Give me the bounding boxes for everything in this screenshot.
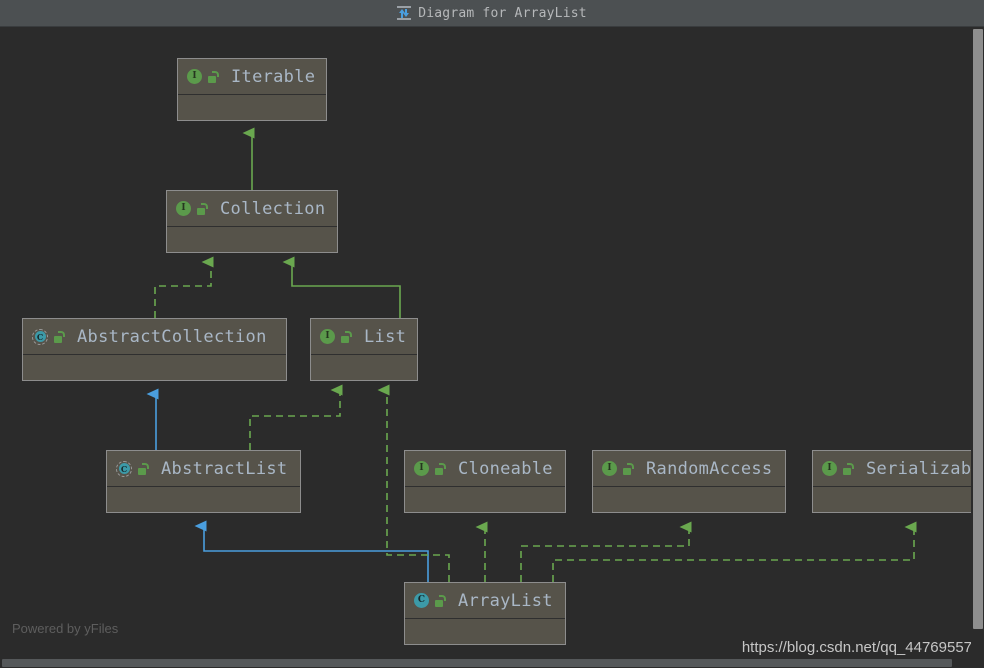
interface-badge-icon: I (822, 461, 837, 476)
node-members-compartment (178, 95, 326, 121)
horizontal-scrollbar-thumb[interactable] (2, 659, 952, 667)
node-header: I List (311, 319, 417, 355)
edge-abstractlist-to-list (249, 384, 343, 450)
edge-list-to-collection (282, 256, 401, 318)
uml-node-abstractcollection[interactable]: C AbstractCollection (22, 318, 287, 381)
vertical-scrollbar[interactable] (971, 27, 984, 658)
node-title: AbstractCollection (77, 326, 267, 347)
edge-arraylist-to-abstractlist (194, 520, 429, 582)
node-header: I Collection (167, 191, 337, 227)
public-unlock-icon (208, 70, 219, 83)
uml-node-iterable[interactable]: I Iterable (177, 58, 327, 121)
node-members-compartment (593, 487, 785, 513)
public-unlock-icon (138, 462, 149, 475)
node-header: I Cloneable (405, 451, 565, 487)
public-unlock-icon (623, 462, 634, 475)
node-title: Serializab (866, 458, 971, 479)
interface-badge-icon: I (187, 69, 202, 84)
public-unlock-icon (843, 462, 854, 475)
edge-arraylist-to-randomaccess (520, 521, 692, 582)
node-members-compartment (167, 227, 337, 253)
csdn-blog-watermark: https://blog.csdn.net/qq_44769557 (741, 639, 972, 656)
public-unlock-icon (54, 330, 65, 343)
abstract-class-badge-icon: C (32, 328, 48, 345)
node-title: List (364, 326, 407, 347)
uml-node-randomaccess[interactable]: I RandomAccess (592, 450, 786, 513)
edge-abstractcollection-to-collection (154, 256, 214, 318)
node-members-compartment (405, 487, 565, 513)
node-header: I Serializab (813, 451, 971, 487)
edge-arraylist-to-serializable (552, 521, 917, 582)
interface-badge-icon: I (176, 201, 191, 216)
node-title: RandomAccess (646, 458, 773, 479)
uml-node-cloneable[interactable]: I Cloneable (404, 450, 566, 513)
node-title: AbstractList (161, 458, 288, 479)
node-header: C ArrayList (405, 583, 565, 619)
node-members-compartment (813, 487, 971, 513)
node-title: Iterable (231, 66, 316, 87)
horizontal-scrollbar[interactable] (0, 658, 984, 668)
window-title: Diagram for ArrayList (418, 5, 587, 21)
public-unlock-icon (435, 594, 446, 607)
uml-node-arraylist[interactable]: C ArrayList (404, 582, 566, 645)
window-titlebar: Diagram for ArrayList (0, 0, 984, 27)
node-header: I RandomAccess (593, 451, 785, 487)
node-header: I Iterable (178, 59, 326, 95)
node-title: ArrayList (458, 590, 553, 611)
node-title: Cloneable (458, 458, 553, 479)
node-members-compartment (107, 487, 300, 513)
interface-badge-icon: I (414, 461, 429, 476)
diagram-canvas[interactable]: I Iterable I Collection C AbstractCollec… (0, 27, 971, 658)
diagram-window: Diagram for ArrayList I Iterable I Colle… (0, 0, 984, 668)
vertical-scrollbar-thumb[interactable] (973, 29, 983, 629)
uml-node-list[interactable]: I List (310, 318, 418, 381)
node-header: C AbstractCollection (23, 319, 286, 355)
node-members-compartment (311, 355, 417, 381)
interface-badge-icon: I (320, 329, 335, 344)
public-unlock-icon (341, 330, 352, 343)
node-members-compartment (405, 619, 565, 645)
node-header: C AbstractList (107, 451, 300, 487)
diagram-hierarchy-icon (397, 6, 412, 20)
public-unlock-icon (435, 462, 446, 475)
class-badge-icon: C (414, 593, 429, 608)
uml-node-serializable[interactable]: I Serializab (812, 450, 971, 513)
node-members-compartment (23, 355, 286, 381)
uml-node-abstractlist[interactable]: C AbstractList (106, 450, 301, 513)
yfiles-watermark: Powered by yFiles (12, 621, 119, 636)
uml-node-collection[interactable]: I Collection (166, 190, 338, 253)
interface-badge-icon: I (602, 461, 617, 476)
node-title: Collection (220, 198, 326, 219)
public-unlock-icon (197, 202, 208, 215)
abstract-class-badge-icon: C (116, 460, 132, 477)
